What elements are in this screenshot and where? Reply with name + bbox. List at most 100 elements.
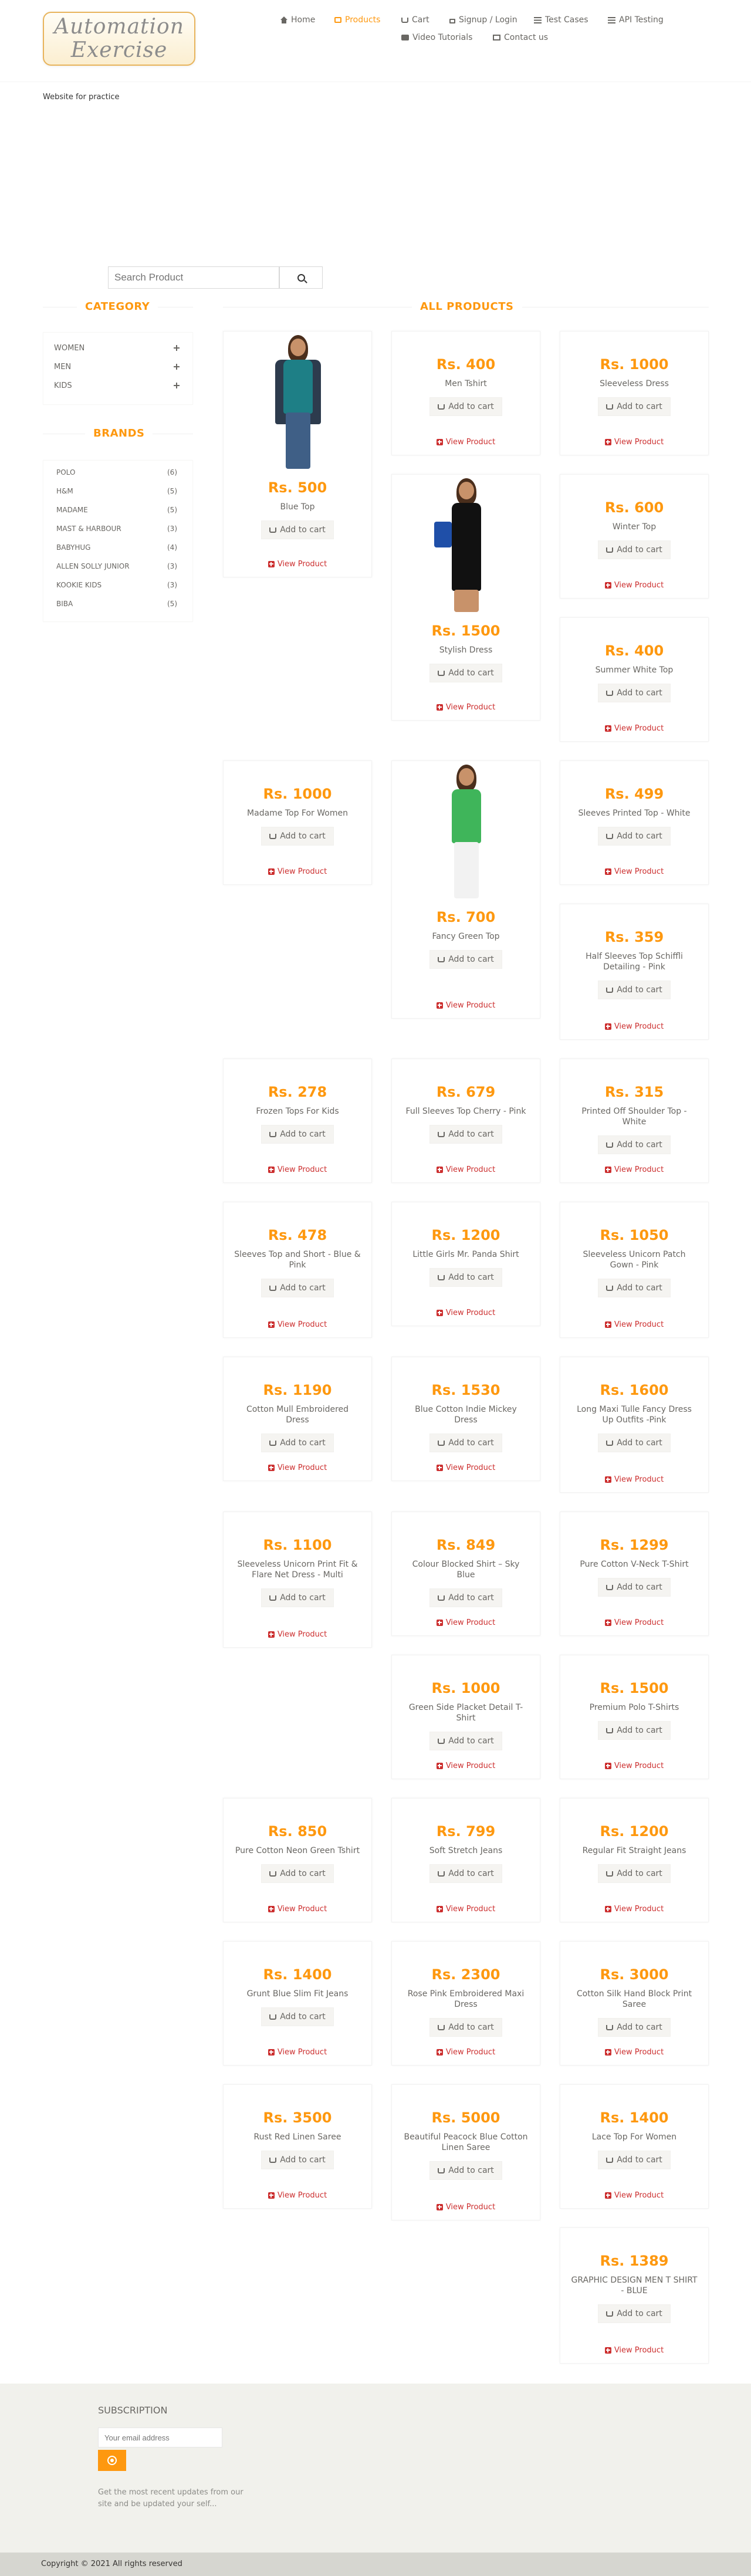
plus-icon[interactable] <box>174 364 180 370</box>
add-to-cart-button[interactable]: Add to cart <box>261 1279 334 1297</box>
add-to-cart-button[interactable]: Add to cart <box>598 827 671 846</box>
view-product-link[interactable]: View Product <box>560 1165 708 1174</box>
add-to-cart-button[interactable]: Add to cart <box>261 520 334 539</box>
add-to-cart-button[interactable]: Add to cart <box>429 1864 502 1883</box>
nav-cart[interactable]: Cart <box>401 15 429 25</box>
category-men[interactable]: Men <box>54 361 180 373</box>
add-to-cart-button[interactable]: Add to cart <box>598 684 671 702</box>
brand-allen-solly-junior[interactable]: Allen Solly Junior (3) <box>56 560 177 572</box>
brand-mast-harbour[interactable]: Mast & Harbour (3) <box>56 523 177 535</box>
view-product-link[interactable]: View Product <box>560 2048 708 2057</box>
add-to-cart-button[interactable]: Add to cart <box>429 1125 502 1144</box>
add-to-cart-button[interactable]: Add to cart <box>598 1135 671 1154</box>
add-to-cart-button[interactable]: Add to cart <box>598 2151 671 2169</box>
category-kids[interactable]: Kids <box>54 380 180 391</box>
add-to-cart-button[interactable]: Add to cart <box>598 397 671 416</box>
add-to-cart-button[interactable]: Add to cart <box>598 2018 671 2037</box>
nav-contact-us[interactable]: Contact us <box>493 33 548 42</box>
add-to-cart-button[interactable]: Add to cart <box>429 397 502 416</box>
plus-square-icon <box>268 1906 275 1912</box>
view-product-link[interactable]: View Product <box>392 1165 540 1174</box>
add-to-cart-button[interactable]: Add to cart <box>429 1588 502 1607</box>
view-product-link[interactable]: View Product <box>392 1762 540 1770</box>
subscribe-button[interactable] <box>98 2450 126 2471</box>
view-product-link[interactable]: View Product <box>560 1475 708 1484</box>
nav-test-cases[interactable]: Test Cases <box>534 15 588 25</box>
plus-icon[interactable] <box>174 345 180 351</box>
add-to-cart-button[interactable]: Add to cart <box>598 1279 671 1297</box>
brand-madame[interactable]: Madame (5) <box>56 504 177 516</box>
view-product-link[interactable]: View Product <box>224 867 371 876</box>
add-to-cart-button[interactable]: Add to cart <box>429 1268 502 1287</box>
nav-home[interactable]: Home <box>280 15 315 25</box>
view-product-link[interactable]: View Product <box>560 1022 708 1031</box>
add-to-cart-button[interactable]: Add to cart <box>429 2161 502 2180</box>
add-to-cart-button[interactable]: Add to cart <box>598 1864 671 1883</box>
add-to-cart-button[interactable]: Add to cart <box>429 950 502 969</box>
view-product-link[interactable]: View Product <box>560 1905 708 1914</box>
search-input[interactable] <box>108 266 279 289</box>
subscribe-email-input[interactable] <box>98 2428 222 2447</box>
add-to-cart-label: Add to cart <box>448 2166 494 2175</box>
add-to-cart-button[interactable]: Add to cart <box>261 827 334 846</box>
search-button[interactable] <box>279 266 323 289</box>
view-product-link[interactable]: View Product <box>560 1320 708 1329</box>
add-to-cart-button[interactable]: Add to cart <box>598 1434 671 1452</box>
view-product-link[interactable]: View Product <box>392 2203 540 2212</box>
add-to-cart-button[interactable]: Add to cart <box>598 1578 671 1597</box>
add-to-cart-button[interactable]: Add to cart <box>598 981 671 999</box>
add-to-cart-button[interactable]: Add to cart <box>429 1732 502 1750</box>
view-product-link[interactable]: View Product <box>224 1905 371 1914</box>
add-to-cart-button[interactable]: Add to cart <box>598 1721 671 1740</box>
product-price: Rs. 1299 <box>600 1537 669 1553</box>
view-product-link[interactable]: View Product <box>392 1905 540 1914</box>
brand-hm[interactable]: H&M (5) <box>56 485 177 497</box>
view-product-link[interactable]: View Product <box>392 1618 540 1627</box>
add-to-cart-button[interactable]: Add to cart <box>261 1864 334 1883</box>
brand-biba[interactable]: Biba (5) <box>56 598 177 610</box>
add-to-cart-button[interactable]: Add to cart <box>261 1434 334 1452</box>
view-product-link[interactable]: View Product <box>560 2346 708 2355</box>
nav-signup-login[interactable]: Signup / Login <box>449 15 517 25</box>
view-product-link[interactable]: View Product <box>392 703 540 712</box>
nav-products[interactable]: Products <box>334 15 380 25</box>
view-product-link[interactable]: View Product <box>224 2048 371 2057</box>
view-product-link[interactable]: View Product <box>560 581 708 590</box>
view-product-link[interactable]: View Product <box>560 724 708 733</box>
add-to-cart-button[interactable]: Add to cart <box>429 664 502 682</box>
plus-icon[interactable] <box>174 383 180 388</box>
site-logo[interactable]: Automation Exercise <box>43 12 195 66</box>
view-product-link[interactable]: View Product <box>392 1463 540 1472</box>
view-product-link[interactable]: View Product <box>392 1309 540 1317</box>
add-to-cart-label: Add to cart <box>280 525 326 535</box>
view-product-link[interactable]: View Product <box>560 1762 708 1770</box>
view-product-link[interactable]: View Product <box>224 2191 371 2200</box>
view-product-link[interactable]: View Product <box>392 2048 540 2057</box>
view-product-link[interactable]: View Product <box>560 1618 708 1627</box>
brand-kookie-kids[interactable]: Kookie Kids (3) <box>56 579 177 591</box>
view-product-link[interactable]: View Product <box>392 438 540 447</box>
view-product-link[interactable]: View Product <box>560 438 708 447</box>
view-product-link[interactable]: View Product <box>392 1001 540 1010</box>
nav-api-testing[interactable]: API Testing <box>608 15 664 25</box>
add-to-cart-label: Add to cart <box>448 1130 494 1139</box>
brand-polo[interactable]: Polo (6) <box>56 466 177 478</box>
add-to-cart-button[interactable]: Add to cart <box>261 2151 334 2169</box>
view-product-link[interactable]: View Product <box>224 1463 371 1472</box>
nav-video-tutorials[interactable]: Video Tutorials <box>401 33 472 42</box>
add-to-cart-button[interactable]: Add to cart <box>261 2007 334 2026</box>
add-to-cart-button[interactable]: Add to cart <box>598 2304 671 2323</box>
add-to-cart-button[interactable]: Add to cart <box>261 1125 334 1144</box>
view-product-link[interactable]: View Product <box>224 1630 371 1639</box>
view-product-link[interactable]: View Product <box>224 1320 371 1329</box>
view-product-link[interactable]: View Product <box>560 2191 708 2200</box>
add-to-cart-button[interactable]: Add to cart <box>598 540 671 559</box>
view-product-link[interactable]: View Product <box>224 560 371 569</box>
add-to-cart-button[interactable]: Add to cart <box>261 1588 334 1607</box>
view-product-link[interactable]: View Product <box>560 867 708 876</box>
category-women[interactable]: Women <box>54 342 180 354</box>
brand-babyhug[interactable]: Babyhug (4) <box>56 542 177 553</box>
view-product-link[interactable]: View Product <box>224 1165 371 1174</box>
add-to-cart-button[interactable]: Add to cart <box>429 1434 502 1452</box>
add-to-cart-button[interactable]: Add to cart <box>429 2018 502 2037</box>
